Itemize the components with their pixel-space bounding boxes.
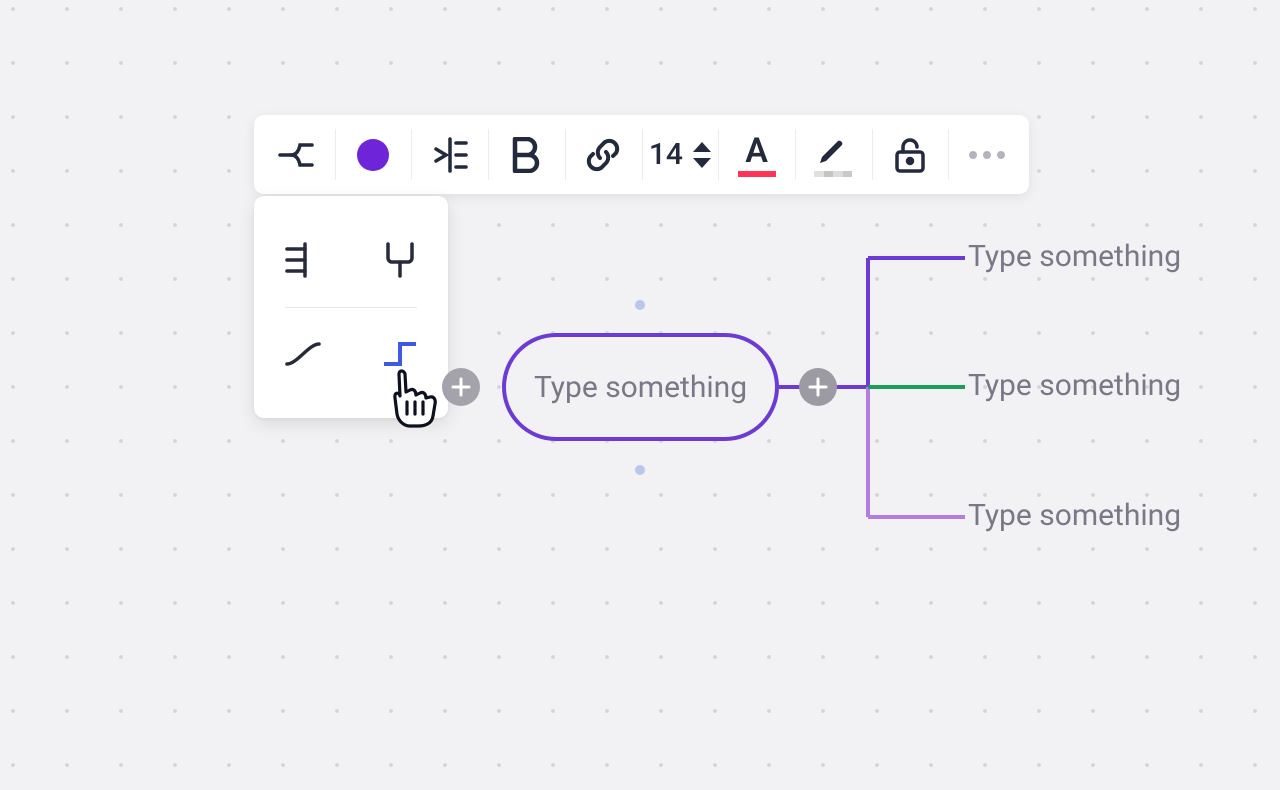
highlight-icon	[816, 135, 850, 175]
central-node[interactable]: Type something	[502, 333, 779, 441]
more-button[interactable]	[948, 115, 1025, 194]
font-size-down-icon[interactable]	[693, 158, 711, 168]
line-curved-icon	[281, 338, 325, 370]
child-node-1[interactable]: Type something	[968, 239, 1181, 274]
unlock-icon	[894, 136, 926, 174]
distribute-button[interactable]	[411, 115, 488, 194]
distribute-icon	[430, 135, 470, 175]
node-handle-top[interactable]	[635, 300, 645, 310]
line-elbow-icon	[378, 338, 422, 370]
font-color-icon: A	[740, 135, 774, 175]
plus-icon	[808, 377, 828, 397]
child-node-2[interactable]: Type something	[968, 368, 1181, 403]
shape-color-button[interactable]	[335, 115, 412, 194]
link-button[interactable]	[565, 115, 642, 194]
font-size-stepper[interactable]	[693, 142, 711, 168]
child-node-3[interactable]: Type something	[968, 498, 1181, 533]
font-size-up-icon[interactable]	[693, 142, 711, 152]
add-child-left-button[interactable]	[442, 368, 480, 406]
branch-style-button[interactable]	[258, 115, 335, 194]
layout-left-icon	[281, 238, 325, 282]
highlight-button[interactable]	[795, 115, 872, 194]
branch-style-dropdown	[254, 196, 448, 418]
child-node-2-placeholder: Type something	[968, 368, 1181, 403]
add-child-right-button[interactable]	[799, 368, 837, 406]
link-icon	[584, 136, 622, 174]
formatting-toolbar: 14 A	[254, 115, 1029, 194]
central-node-placeholder: Type something	[534, 370, 747, 405]
line-curved-option[interactable]	[281, 338, 325, 370]
layout-both-option[interactable]	[378, 238, 422, 282]
font-size-value: 14	[649, 137, 683, 172]
font-color-button[interactable]: A	[718, 115, 795, 194]
child-node-1-placeholder: Type something	[968, 239, 1181, 274]
dropdown-separator	[285, 307, 417, 308]
layout-both-icon	[378, 238, 422, 282]
font-size-control[interactable]: 14	[642, 115, 719, 194]
more-icon	[969, 151, 1005, 159]
layout-left-option[interactable]	[281, 238, 325, 282]
line-elbow-option[interactable]	[378, 338, 422, 370]
lock-button[interactable]	[872, 115, 949, 194]
bold-icon	[511, 137, 541, 173]
child-node-3-placeholder: Type something	[968, 498, 1181, 533]
bold-button[interactable]	[488, 115, 565, 194]
color-circle-icon	[355, 137, 391, 173]
plus-icon	[451, 377, 471, 397]
node-handle-bottom[interactable]	[635, 465, 645, 475]
branch-style-icon	[276, 135, 316, 175]
